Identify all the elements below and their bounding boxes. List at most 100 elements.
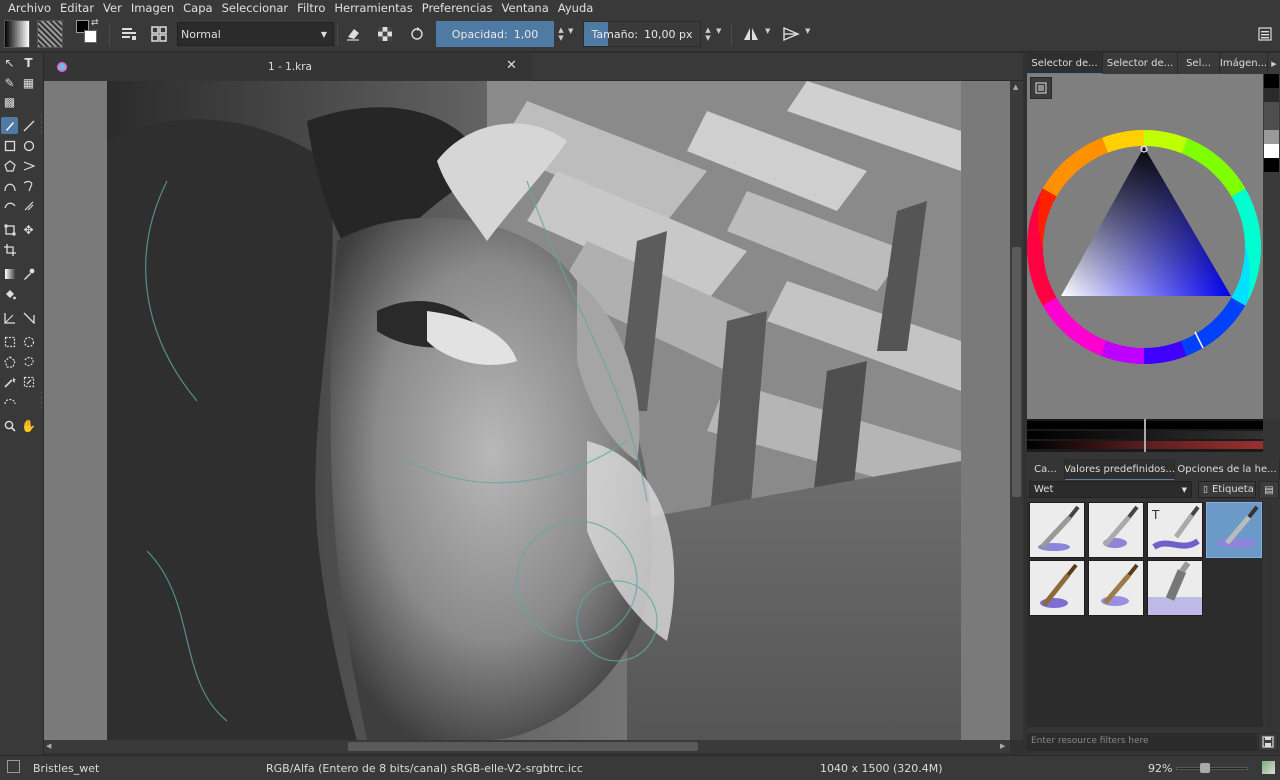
measure-tool-icon[interactable] (20, 309, 37, 326)
menu-ayuda[interactable]: Ayuda (554, 0, 599, 16)
chevron-down-icon[interactable]: ▼ (705, 34, 710, 42)
opacity-dropdown-icon[interactable]: ▼ (568, 27, 573, 55)
scroll-up-icon[interactable]: ▲ (1013, 83, 1018, 91)
tag-selector[interactable]: ▯ Etiqueta (1198, 481, 1256, 498)
menu-archivo[interactable]: Archivo (4, 0, 56, 16)
polyline-tool-icon[interactable] (20, 157, 37, 174)
chevron-down-icon[interactable]: ▼ (558, 34, 563, 42)
scroll-left-icon[interactable]: ◀ (46, 742, 51, 750)
palette-swatch[interactable] (1264, 130, 1279, 144)
resource-filter-input[interactable]: Enter resource filters here (1027, 733, 1257, 751)
brush-preset-item[interactable] (1147, 560, 1203, 616)
tab-color-selector-3[interactable]: Sel... (1178, 53, 1220, 74)
foreground-background-colors[interactable]: ⇄ (76, 18, 100, 48)
assistant-tool-icon[interactable] (1, 309, 18, 326)
save-icon[interactable] (1258, 733, 1278, 751)
fill-bucket-icon[interactable] (1, 285, 18, 302)
brush-preset-item[interactable] (1029, 502, 1085, 558)
document-tab[interactable]: 1 - 1.kra ✕ (44, 53, 532, 81)
tab-image[interactable]: Imágen... (1220, 53, 1268, 74)
tab-color-selector-2[interactable]: Selector de... (1103, 53, 1178, 74)
slider-handle[interactable] (1144, 419, 1146, 452)
toolbox-grip[interactable]: · · · · (40, 390, 43, 413)
multibrush-icon[interactable] (20, 197, 37, 214)
brush-preset-item[interactable]: T (1147, 502, 1203, 558)
brush-preset-thumbnail-icon[interactable] (7, 760, 20, 773)
painting-canvas[interactable] (107, 81, 961, 740)
vertical-scroll-thumb[interactable] (1012, 247, 1021, 497)
pan-tool-icon[interactable]: ✋ (20, 417, 37, 434)
ellipse-select-icon[interactable] (20, 333, 37, 350)
size-spinner[interactable]: ▲ ▼ (702, 22, 714, 46)
scroll-right-icon[interactable]: ▶ (1000, 742, 1005, 750)
color-sliders[interactable] (1027, 419, 1263, 452)
brush-preset-item-selected[interactable] (1206, 502, 1262, 558)
canvas-only-icon[interactable] (1262, 761, 1275, 774)
gradient-tool-icon[interactable] (1, 265, 18, 282)
menu-filtro[interactable]: Filtro (293, 0, 330, 16)
freehand-brush-icon[interactable] (1, 117, 18, 134)
line-tool-icon[interactable] (20, 117, 37, 134)
polygon-tool-icon[interactable] (1, 157, 18, 174)
tab-brush-presets[interactable]: Valores predefinidos... (1065, 459, 1175, 480)
chevron-up-icon[interactable]: ▲ (558, 26, 563, 34)
mirror-h-dropdown-icon[interactable]: ▼ (765, 27, 770, 55)
magic-wand-icon[interactable] (1, 373, 18, 390)
size-dropdown-icon[interactable]: ▼ (716, 27, 721, 55)
tabs-scroll-icon[interactable]: ▶ (1268, 53, 1280, 74)
tab-color-selector-1[interactable]: Selector de... (1027, 53, 1103, 74)
similar-select-icon[interactable] (20, 373, 37, 390)
preset-filter-select[interactable]: Wet ▼ (1029, 481, 1192, 498)
view-mode-icon[interactable]: ▤ (1259, 481, 1279, 499)
palette-swatch[interactable] (1264, 144, 1279, 158)
menu-herramientas[interactable]: Herramientas (330, 0, 417, 16)
menu-capa[interactable]: Capa (179, 0, 217, 16)
blend-mode-select[interactable]: Normal ▼ (177, 22, 334, 46)
gradient-fill-icon[interactable]: ▩ (1, 93, 18, 110)
close-icon[interactable]: ✕ (506, 58, 517, 73)
tab-tool-options[interactable]: Opciones de la he... (1175, 459, 1280, 480)
calligraphy-icon[interactable]: ▦ (20, 74, 37, 91)
menu-ver[interactable]: Ver (99, 0, 127, 16)
brush-editor-icon[interactable] (116, 20, 142, 48)
preserve-alpha-icon[interactable] (372, 20, 398, 48)
transform-tool-icon[interactable] (1, 221, 18, 238)
horizontal-scroll-thumb[interactable] (348, 742, 698, 751)
canvas-viewport[interactable] (44, 81, 1010, 740)
palette-swatch[interactable] (1264, 88, 1279, 102)
vertical-scrollbar[interactable]: ▲ (1010, 81, 1023, 740)
crop-tool-icon[interactable] (1, 241, 18, 258)
reload-preset-icon[interactable] (404, 20, 430, 48)
palette-swatch[interactable] (1264, 102, 1279, 130)
menu-editar[interactable]: Editar (56, 0, 99, 16)
brush-preset-item[interactable] (1088, 502, 1144, 558)
opacity-spinner[interactable]: ▲ ▼ (555, 22, 567, 46)
freehand-select-icon[interactable] (20, 353, 37, 370)
brush-preset-item[interactable] (1088, 560, 1144, 616)
mirror-v-dropdown-icon[interactable]: ▼ (805, 27, 810, 55)
pattern-selector[interactable] (37, 20, 63, 48)
edit-shapes-icon[interactable]: ✎ (1, 74, 18, 91)
menu-imagen[interactable]: Imagen (127, 0, 179, 16)
zoom-tool-icon[interactable] (1, 417, 18, 434)
move-tool-icon[interactable]: ✥ (20, 221, 37, 238)
rectangle-tool-icon[interactable] (1, 137, 18, 154)
zoom-slider[interactable] (1176, 767, 1248, 770)
menu-ventana[interactable]: Ventana (498, 0, 554, 16)
ellipse-tool-icon[interactable] (20, 137, 37, 154)
brush-presets-icon[interactable] (146, 20, 172, 48)
eraser-mode-icon[interactable] (340, 20, 366, 48)
horizontal-scrollbar[interactable]: ◀ ▶ (44, 740, 1010, 753)
background-color[interactable] (84, 30, 97, 43)
menu-seleccionar[interactable]: Seleccionar (218, 0, 294, 16)
mirror-vertical-icon[interactable] (778, 20, 804, 48)
mirror-horizontal-icon[interactable] (738, 20, 764, 48)
menu-preferencias[interactable]: Preferencias (418, 0, 498, 16)
palette-swatch[interactable] (1264, 74, 1279, 88)
bezier-tool-icon[interactable] (1, 177, 18, 194)
size-slider[interactable]: Tamaño: 10,00 px (583, 21, 701, 47)
advanced-color-selector[interactable] (1027, 74, 1263, 427)
polygon-select-icon[interactable] (1, 353, 18, 370)
brush-preset-item[interactable] (1029, 560, 1085, 616)
swap-colors-icon[interactable]: ⇄ (91, 18, 99, 28)
